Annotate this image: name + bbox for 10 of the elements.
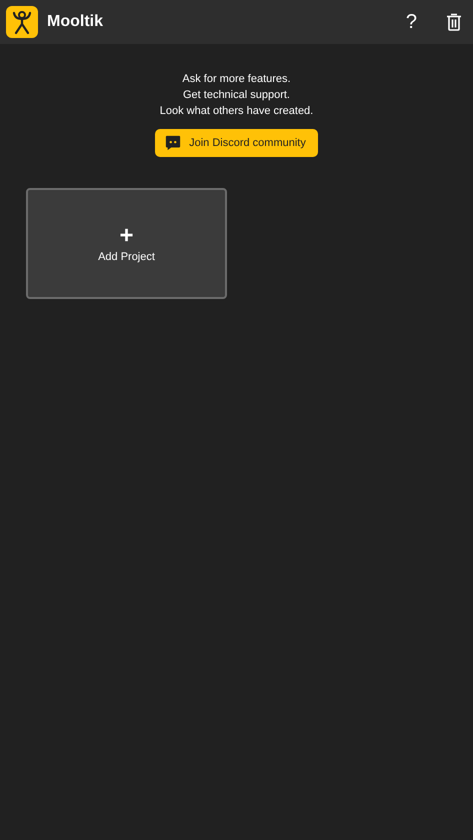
chat-bubble-icon (165, 135, 182, 151)
help-button[interactable]: ? (406, 10, 417, 34)
discord-button[interactable]: Join Discord community (155, 129, 318, 157)
info-text: Ask for more features. (182, 72, 291, 87)
info-text: Get technical support. (182, 88, 290, 103)
trash-icon[interactable] (446, 13, 462, 31)
stick-figure-logo-icon (6, 6, 38, 38)
add-project-card[interactable]: + Add Project (26, 188, 227, 299)
info-text: Look what others have created. (160, 104, 314, 119)
app-title: Mooltik (47, 13, 103, 31)
